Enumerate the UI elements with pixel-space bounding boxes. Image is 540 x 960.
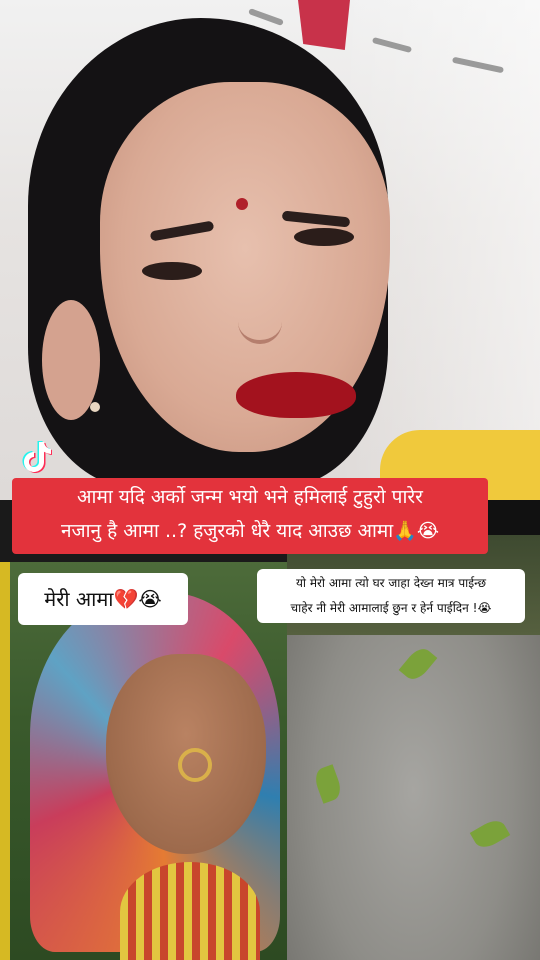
house-label-line-1: यो मेरो आमा त्यो घर जाहा देख्न मात्र पाई… [295, 576, 487, 590]
frame-edge [488, 500, 540, 536]
leaf [311, 764, 345, 804]
leaf [469, 815, 511, 853]
house-label: यो मेरो आमा त्यो घर जाहा देख्न मात्र पाई… [257, 569, 525, 623]
caption-line-1: आमा यदि अर्को जन्म भयो भने हमिलाई टुहुरो… [77, 486, 423, 508]
earring [90, 402, 100, 412]
wall-hook [248, 8, 284, 26]
flag [298, 0, 350, 50]
mother-label: मेरी आमा💔😭 [18, 573, 188, 625]
bindi [236, 198, 248, 210]
nose [238, 300, 282, 344]
house-label-line-2: चाहेर नी मेरी आमालाई छुन र हेर्न पाईदिन … [290, 601, 492, 615]
nose-ring [178, 748, 212, 782]
video-caption: आमा यदि अर्को जन्म भयो भने हमिलाई टुहुरो… [12, 478, 488, 554]
caption-line-2: नजानु है आमा ..? हजुरको धेरै याद आउछ आमा… [60, 520, 440, 542]
necklace [120, 862, 260, 960]
photo-border [0, 562, 10, 960]
lips [236, 372, 356, 418]
left-eye [142, 262, 202, 280]
video-frame[interactable] [0, 0, 540, 500]
leaf [398, 643, 438, 685]
tiktok-logo-icon [22, 441, 52, 473]
right-eye [294, 228, 354, 246]
